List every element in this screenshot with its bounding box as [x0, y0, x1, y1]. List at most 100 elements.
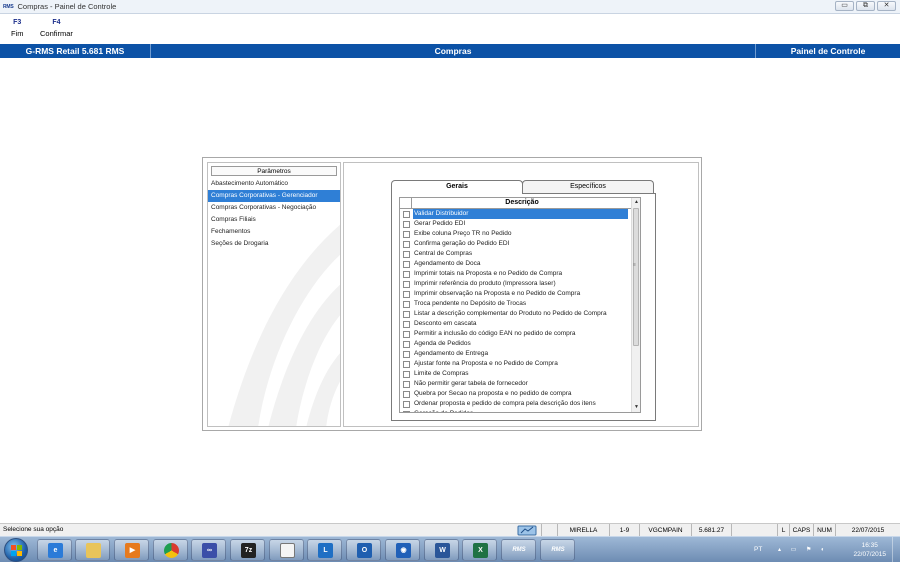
- file-explorer-icon: [86, 543, 101, 558]
- list-item[interactable]: Troca pendente no Depósito de Trocas: [400, 299, 632, 309]
- media-player-taskbar-button[interactable]: ▶: [114, 539, 149, 561]
- option-checkbox[interactable]: [403, 371, 410, 378]
- option-checkbox[interactable]: [403, 331, 410, 338]
- option-checkbox[interactable]: [403, 231, 410, 238]
- rms-app-icon-1: RMS: [512, 547, 526, 553]
- option-checkbox[interactable]: [403, 261, 410, 268]
- module-name: Compras: [151, 44, 756, 58]
- list-item[interactable]: Limite de Compras: [400, 369, 632, 379]
- option-checkbox[interactable]: [403, 411, 410, 412]
- list-item[interactable]: Desconto em cascata: [400, 319, 632, 329]
- list-item[interactable]: Exibe coluna Preço TR no Pedido: [400, 229, 632, 239]
- option-label: Imprimir totais na Proposta e no Pedido …: [414, 270, 563, 277]
- option-checkbox[interactable]: [403, 291, 410, 298]
- list-item[interactable]: Agendamento de Entrega: [400, 349, 632, 359]
- list-item[interactable]: Imprimir totais na Proposta e no Pedido …: [400, 269, 632, 279]
- list-item[interactable]: Agenda de Pedidos: [400, 339, 632, 349]
- param-item-compras-filiais[interactable]: Compras Filiais: [208, 214, 340, 226]
- option-checkbox[interactable]: [403, 221, 410, 228]
- option-label: Agendamento de Entrega: [414, 350, 489, 357]
- list-item[interactable]: Confirma geração do Pedido EDI: [400, 239, 632, 249]
- list-item[interactable]: Agendamento de Doca: [400, 259, 632, 269]
- list-item[interactable]: Imprimir referência do produto (Impresso…: [400, 279, 632, 289]
- excel-taskbar-button[interactable]: X: [462, 539, 497, 561]
- show-desktop-button[interactable]: [892, 537, 900, 562]
- param-item-abastecimento[interactable]: Abastecimento Automático: [208, 178, 340, 190]
- fkey-code: F3: [13, 19, 22, 26]
- rms-app-taskbar-button-1[interactable]: RMS: [501, 539, 536, 561]
- option-checkbox[interactable]: [403, 311, 410, 318]
- clock-time: 16:35: [861, 542, 878, 549]
- option-checkbox[interactable]: [403, 271, 410, 278]
- word-taskbar-button[interactable]: W: [424, 539, 459, 561]
- param-item-compras-corp-negociacao[interactable]: Compras Corporativas - Negociação: [208, 202, 340, 214]
- option-checkbox[interactable]: [403, 321, 410, 328]
- option-checkbox[interactable]: [403, 211, 410, 218]
- fkey-code: F4: [52, 19, 61, 26]
- scroll-up-icon[interactable]: ▲: [632, 198, 640, 207]
- list-item[interactable]: Imprimir observação na Proposta e no Ped…: [400, 289, 632, 299]
- rms-app-taskbar-button-2[interactable]: RMS: [540, 539, 575, 561]
- option-checkbox[interactable]: [403, 381, 410, 388]
- list-item[interactable]: Listar a descrição complementar do Produ…: [400, 309, 632, 319]
- scroll-down-icon[interactable]: ▼: [632, 403, 640, 412]
- list-item[interactable]: Validar Distribuidor: [400, 209, 632, 219]
- list-item[interactable]: Permitir a inclusão do código EAN no ped…: [400, 329, 632, 339]
- option-label: Limite de Compras: [414, 370, 469, 377]
- param-item-compras-corp-gerenciador[interactable]: Compras Corporativas - Gerenciador: [208, 190, 340, 202]
- fkey-label: Confirmar: [40, 29, 73, 38]
- list-item[interactable]: Gerar Pedido EDI: [400, 219, 632, 229]
- option-checkbox[interactable]: [403, 301, 410, 308]
- internet-explorer-taskbar-button[interactable]: e: [37, 539, 72, 561]
- option-checkbox[interactable]: [403, 341, 410, 348]
- option-checkbox[interactable]: [403, 281, 410, 288]
- list-item[interactable]: Ajustar fonte na Proposta e no Pedido de…: [400, 359, 632, 369]
- list-item[interactable]: Não permitir gerar tabela de fornecedor: [400, 379, 632, 389]
- tab-gerais[interactable]: Gerais: [391, 180, 523, 194]
- option-checkbox[interactable]: [403, 351, 410, 358]
- window-title: Compras - Painel de Controle: [17, 2, 117, 11]
- clock[interactable]: 16:35 22/07/2015: [853, 541, 886, 559]
- tray-icons[interactable]: ▴ ▭ ⚑ ◐: [778, 546, 829, 553]
- fim-button[interactable]: F3 Fim: [11, 19, 24, 38]
- 7zip-taskbar-button[interactable]: 7z: [230, 539, 265, 561]
- option-label: Permitir a inclusão do código EAN no ped…: [414, 330, 576, 337]
- start-button[interactable]: [4, 538, 28, 562]
- file-explorer-taskbar-button[interactable]: [75, 539, 110, 561]
- confirmar-button[interactable]: F4 Confirmar: [40, 19, 73, 38]
- list-item[interactable]: Quebra por Secao na proposta e no pedido…: [400, 389, 632, 399]
- infinity-app-taskbar-button[interactable]: ∞: [191, 539, 226, 561]
- document-taskbar-button[interactable]: [269, 539, 304, 561]
- document-icon: [280, 543, 295, 558]
- option-label: Listar a descrição complementar do Produ…: [414, 310, 607, 317]
- description-column-header[interactable]: Descrição: [412, 198, 632, 208]
- lync-icon: L: [318, 543, 333, 558]
- list-item[interactable]: Ordenar proposta e pedido de compra pela…: [400, 399, 632, 409]
- minimize-button[interactable]: ▭: [835, 1, 854, 11]
- 7zip-icon: 7z: [241, 543, 256, 558]
- function-key-toolbar: F3 Fim F4 Confirmar: [0, 15, 900, 43]
- list-item[interactable]: Geração de Pedidos: [400, 409, 632, 412]
- param-item-secoes-drogaria[interactable]: Seções de Drogaria: [208, 238, 340, 250]
- option-checkbox[interactable]: [403, 391, 410, 398]
- scroll-thumb[interactable]: [633, 208, 639, 346]
- list-item[interactable]: Central de Compras: [400, 249, 632, 259]
- list-scrollbar[interactable]: ▲ ≡ ▼: [631, 198, 640, 412]
- tab-especificos[interactable]: Específicos: [522, 180, 654, 193]
- language-indicator[interactable]: PT: [754, 546, 762, 553]
- chrome-taskbar-button[interactable]: [153, 539, 188, 561]
- close-button[interactable]: ✕: [877, 1, 896, 11]
- remote-desktop-taskbar-button[interactable]: ◉: [385, 539, 420, 561]
- option-checkbox[interactable]: [403, 401, 410, 408]
- outlook-icon: O: [357, 543, 372, 558]
- param-item-fechamentos[interactable]: Fechamentos: [208, 226, 340, 238]
- connection-icon: [517, 525, 537, 536]
- restore-button[interactable]: ⧉: [856, 1, 875, 11]
- option-checkbox[interactable]: [403, 251, 410, 258]
- lync-taskbar-button[interactable]: L: [307, 539, 342, 561]
- outlook-taskbar-button[interactable]: O: [346, 539, 381, 561]
- option-checkbox[interactable]: [403, 361, 410, 368]
- option-label: Troca pendente no Depósito de Trocas: [414, 300, 527, 307]
- word-icon: W: [435, 543, 450, 558]
- option-checkbox[interactable]: [403, 241, 410, 248]
